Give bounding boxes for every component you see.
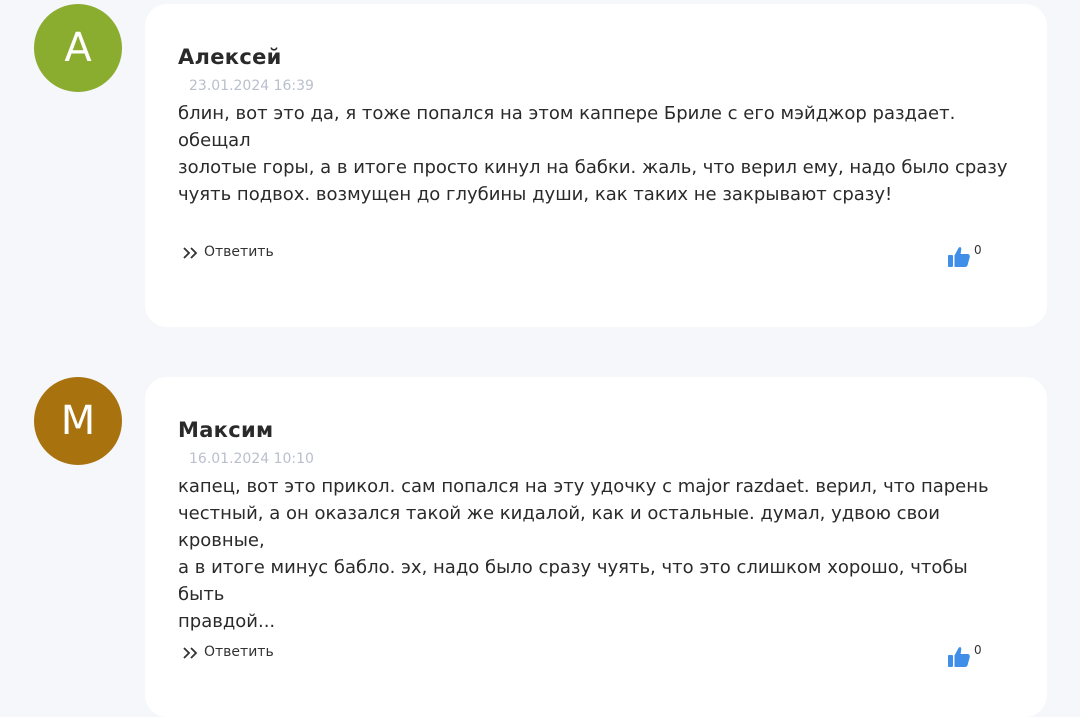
- double-chevron-right-icon: [182, 245, 200, 259]
- comment-text-line: капец, вот это прикол. сам попался на эт…: [178, 476, 989, 497]
- comment-date: 23.01.2024 16:39: [189, 78, 314, 94]
- comment-text-line: золотые горы, а в итоге просто кинул на …: [178, 157, 1008, 178]
- comment-author: Алексей: [178, 45, 282, 69]
- thumbs-up-icon: [947, 245, 971, 269]
- avatar: А: [34, 4, 122, 92]
- comment-text-line: блин, вот это да, я тоже попался на этом…: [178, 103, 956, 151]
- thumbs-up-icon: [947, 645, 971, 669]
- reply-label: Ответить: [204, 244, 274, 260]
- comment-text-line: а в итоге минус бабло. эх, надо было сра…: [178, 557, 968, 605]
- reply-button[interactable]: Ответить: [182, 244, 274, 260]
- reply-label: Ответить: [204, 644, 274, 660]
- comment-text: блин, вот это да, я тоже попался на этом…: [178, 100, 1018, 208]
- avatar: М: [34, 377, 122, 465]
- like-button[interactable]: 0: [947, 243, 982, 269]
- reply-button[interactable]: Ответить: [182, 644, 274, 660]
- like-count: 0: [974, 243, 982, 257]
- comment-date: 16.01.2024 10:10: [189, 451, 314, 467]
- comment-author: Максим: [178, 418, 274, 442]
- comment-text: капец, вот это прикол. сам попался на эт…: [178, 473, 1018, 635]
- comment-text-line: чуять подвох. возмущен до глубины души, …: [178, 184, 893, 205]
- double-chevron-right-icon: [182, 645, 200, 659]
- comment-text-line: честный, а он оказался такой же кидалой,…: [178, 503, 940, 551]
- like-count: 0: [974, 643, 982, 657]
- like-button[interactable]: 0: [947, 643, 982, 669]
- comment-text-line: правдой...: [178, 611, 276, 632]
